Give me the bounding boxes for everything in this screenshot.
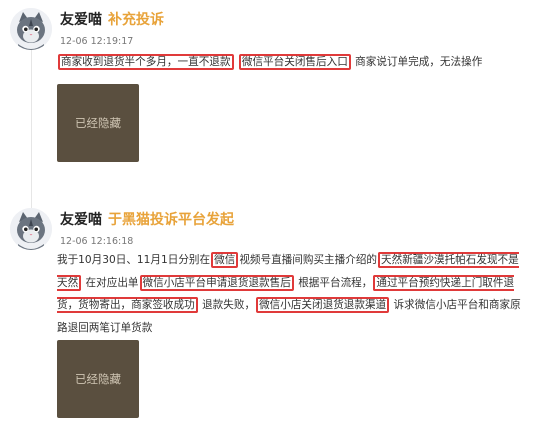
avatar[interactable] bbox=[10, 208, 52, 250]
content-text: 在对应出单 bbox=[82, 276, 139, 289]
entry-content: 商家收到退货半个多月，一直不退款 微信平台关闭售后入口 商家说订单完成，无法操作 bbox=[57, 51, 527, 74]
highlighted-text: 微信小店关闭退货退款渠道 bbox=[256, 297, 390, 313]
cat-avatar-icon bbox=[10, 8, 52, 50]
hidden-image-label: 已经隐藏 bbox=[75, 116, 121, 130]
content-text bbox=[235, 56, 238, 68]
content-text: 根据平台流程， bbox=[294, 276, 373, 289]
timestamp: 12-06 12:16:18 bbox=[60, 236, 134, 247]
highlighted-text: 商家收到退货半个多月，一直不退款 bbox=[58, 54, 234, 70]
highlighted-text: 微信小店平台申请退货退款售后 bbox=[139, 274, 294, 291]
entry-action: 补充投诉 bbox=[108, 12, 164, 28]
entry-content: 我于10月30日、11月1日分别在 微信 视频号直播间购买主播介绍的 天然新疆沙漠托帕… bbox=[57, 249, 527, 339]
timestamp: 12-06 12:19:17 bbox=[60, 36, 134, 47]
timeline-line bbox=[31, 50, 32, 215]
content-text: 退款失败， bbox=[198, 299, 256, 311]
cat-avatar-icon bbox=[10, 208, 52, 250]
content-text: 商家说订单完成，无法操作 bbox=[351, 56, 483, 68]
entry-header: 友爱喵 于黑猫投诉平台发起 bbox=[60, 210, 234, 230]
content-text: 视频号直播间购买主播介绍的 bbox=[239, 254, 378, 266]
hidden-image-label: 已经隐藏 bbox=[75, 372, 121, 386]
user-name[interactable]: 友爱喵 bbox=[60, 212, 102, 228]
entry-header: 友爱喵 补充投诉 bbox=[60, 10, 164, 30]
user-name[interactable]: 友爱喵 bbox=[60, 12, 102, 28]
highlighted-text: 微信 bbox=[211, 252, 239, 268]
content-text: 我于10月30日、11月1日分别在 bbox=[57, 254, 211, 266]
avatar[interactable] bbox=[10, 8, 52, 50]
highlighted-text: 微信平台关闭售后入口 bbox=[238, 54, 351, 70]
hidden-image[interactable]: 已经隐藏 bbox=[57, 340, 139, 418]
entry-action: 于黑猫投诉平台发起 bbox=[108, 212, 234, 228]
hidden-image[interactable]: 已经隐藏 bbox=[57, 84, 139, 162]
